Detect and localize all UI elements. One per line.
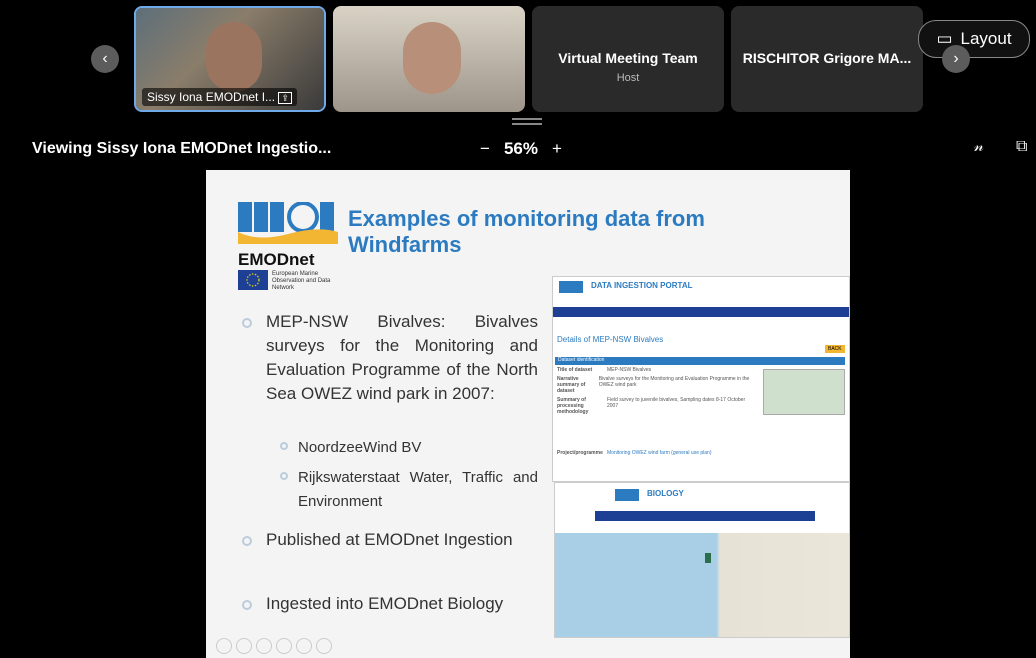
mini-map bbox=[763, 369, 845, 415]
bullet-icon bbox=[242, 318, 252, 328]
participant-role: Host bbox=[616, 72, 640, 84]
map-marker bbox=[705, 553, 711, 563]
emodnet-mini-logo-icon bbox=[615, 489, 639, 501]
avatar bbox=[403, 22, 461, 94]
logo-text: EMODnet bbox=[238, 250, 315, 269]
bullet-icon bbox=[242, 536, 252, 546]
zoom-level: 56% bbox=[503, 139, 538, 158]
dataset-table: Title of dataset MEP-NSW Bivalves Narrati… bbox=[557, 367, 750, 456]
more-icon[interactable] bbox=[316, 638, 332, 654]
prev-slide-icon[interactable] bbox=[216, 638, 232, 654]
logo-subtitle: European Marine Observation and Data Net… bbox=[272, 271, 331, 291]
emodnet-mini-logo-icon bbox=[559, 281, 583, 293]
participant-name: Virtual Meeting Team bbox=[558, 50, 698, 66]
layout-button[interactable]: ▭ Layout bbox=[918, 20, 1030, 58]
chevron-left-icon[interactable]: ‹ bbox=[91, 45, 119, 73]
sub-bullet-text: Rijkswaterstaat Water, Traffic and Envir… bbox=[298, 469, 538, 510]
bullet-icon bbox=[280, 442, 288, 450]
participant-name: Sissy Iona EMODnet I... ⇪ bbox=[142, 88, 297, 106]
biology-portal-screenshot: BIOLOGY bbox=[554, 482, 850, 638]
popout-icon[interactable]: ⧉ bbox=[1016, 138, 1027, 156]
share-icon: ⇪ bbox=[278, 92, 292, 104]
zoom-controls: − 56% + bbox=[480, 139, 562, 159]
participant-tile-rischitor[interactable]: RISCHITOR Grigore MA... bbox=[731, 6, 923, 112]
zoom-icon[interactable] bbox=[296, 638, 312, 654]
back-button: BACK bbox=[825, 345, 845, 353]
participant-name: RISCHITOR Grigore MA... bbox=[742, 50, 912, 66]
zoom-in-button[interactable]: + bbox=[552, 139, 562, 159]
bullet-text: Published at EMODnet Ingestion bbox=[266, 530, 513, 549]
sub-bullet-text: NoordzeeWind BV bbox=[298, 439, 422, 456]
portal-title: BIOLOGY bbox=[647, 489, 684, 498]
portal-nav bbox=[553, 307, 849, 317]
avatar bbox=[206, 22, 262, 92]
participant-tile-2[interactable] bbox=[333, 6, 525, 112]
participant-tile-host[interactable]: Virtual Meeting Team Host bbox=[532, 6, 724, 112]
next-slide-icon[interactable] bbox=[236, 638, 252, 654]
zoom-out-button[interactable]: − bbox=[480, 139, 490, 159]
participant-tile-sissy[interactable]: Sissy Iona EMODnet I... ⇪ bbox=[134, 6, 326, 112]
bullet-text: MEP-NSW Bivalves: Bivalves surveys for t… bbox=[266, 312, 538, 403]
portal-title: DATA INGESTION PORTAL bbox=[591, 281, 693, 290]
dataset-heading: Details of MEP-NSW Bivalves bbox=[557, 335, 664, 344]
bullet-icon bbox=[280, 472, 288, 480]
resize-handle[interactable] bbox=[512, 118, 542, 125]
section-header: Dataset identification bbox=[555, 357, 845, 365]
annotate-icon[interactable]: 𝓃 bbox=[974, 138, 984, 156]
shared-slide: EMODnet European Marine Observation and … bbox=[206, 170, 850, 658]
viewing-title: Viewing Sissy Iona EMODnet Ingestio... bbox=[32, 140, 332, 157]
ingestion-portal-screenshot: DATA INGESTION PORTAL Details of MEP-NSW… bbox=[552, 276, 850, 482]
biology-map bbox=[555, 533, 849, 637]
grid-icon[interactable] bbox=[276, 638, 292, 654]
pen-icon[interactable] bbox=[256, 638, 272, 654]
bullet-text: Ingested into EMODnet Biology bbox=[266, 594, 504, 613]
layout-label: Layout bbox=[960, 29, 1012, 48]
portal-nav bbox=[595, 511, 815, 521]
chevron-right-icon[interactable]: › bbox=[942, 45, 970, 73]
bullet-icon bbox=[242, 600, 252, 610]
slide-title: Examples of monitoring data from Windfar… bbox=[348, 206, 705, 257]
slide-controls bbox=[216, 638, 332, 654]
